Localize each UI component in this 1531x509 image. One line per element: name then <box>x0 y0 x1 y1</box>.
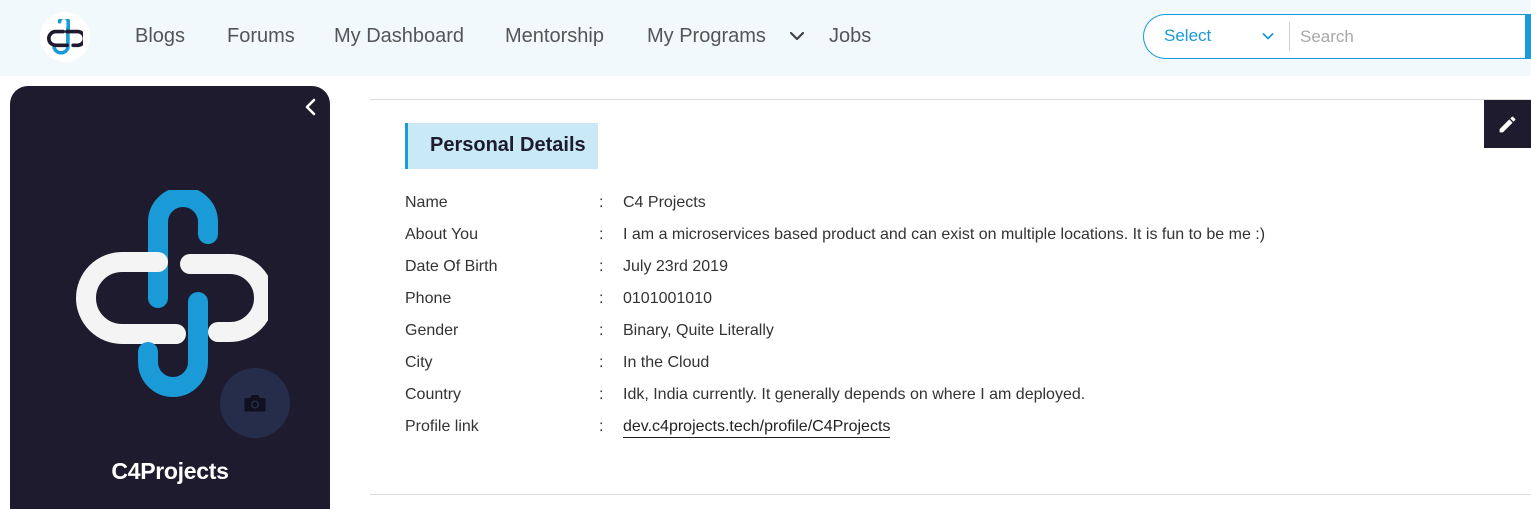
detail-label: Phone <box>405 290 452 307</box>
detail-label: Country <box>405 386 462 403</box>
detail-label: Name <box>405 194 448 211</box>
detail-separator: : <box>599 354 604 371</box>
detail-value: Idk, India currently. It generally depen… <box>623 386 1086 403</box>
nav-blogs[interactable]: Blogs <box>135 24 185 48</box>
detail-row-profile-link: Profile link : dev.c4projects.tech/profi… <box>405 416 1505 440</box>
detail-row-phone: Phone : 0101001010 <box>405 288 1505 312</box>
nav-jobs[interactable]: Jobs <box>829 24 871 48</box>
camera-icon <box>244 395 266 412</box>
detail-separator: : <box>599 418 604 435</box>
detail-row-gender: Gender : Binary, Quite Literally <box>405 320 1505 344</box>
change-photo-button[interactable] <box>220 368 290 438</box>
detail-separator: : <box>599 386 604 403</box>
detail-label: Gender <box>405 322 459 339</box>
search-bar: Select <box>1143 14 1531 59</box>
detail-separator: : <box>599 258 604 275</box>
detail-row-country: Country : Idk, India currently. It gener… <box>405 384 1505 408</box>
detail-value: 0101001010 <box>623 290 712 307</box>
profile-link[interactable]: dev.c4projects.tech/profile/C4Projects <box>623 418 891 438</box>
detail-label: Date Of Birth <box>405 258 498 275</box>
section-title-text: Personal Details <box>430 134 586 156</box>
detail-value: In the Cloud <box>623 354 710 371</box>
detail-value: I am a microservices based product and c… <box>623 226 1266 243</box>
nav-mentorship[interactable]: Mentorship <box>505 24 604 48</box>
detail-value: C4 Projects <box>623 194 706 211</box>
c4-logo-icon[interactable] <box>40 12 90 62</box>
divider <box>370 494 1531 495</box>
profile-avatar <box>76 190 268 397</box>
divider <box>370 99 1531 100</box>
detail-value-wrap: dev.c4projects.tech/profile/C4Projects <box>623 418 891 438</box>
detail-row-dob: Date Of Birth : July 23rd 2019 <box>405 256 1505 280</box>
detail-separator: : <box>599 322 604 339</box>
nav-my-dashboard[interactable]: My Dashboard <box>334 24 464 48</box>
nav-forums[interactable]: Forums <box>227 24 295 48</box>
section-title: Personal Details <box>405 123 598 169</box>
pencil-icon <box>1499 116 1516 133</box>
detail-row-city: City : In the Cloud <box>405 352 1505 376</box>
chevron-left-icon[interactable] <box>300 96 322 118</box>
detail-separator: : <box>599 194 604 211</box>
detail-row-name: Name : C4 Projects <box>405 192 1505 216</box>
profile-card: C4Projects <box>10 86 330 509</box>
search-category-select[interactable]: Select <box>1164 26 1211 46</box>
edit-profile-button[interactable] <box>1484 100 1531 148</box>
detail-value: July 23rd 2019 <box>623 258 728 275</box>
detail-label: City <box>405 354 433 371</box>
detail-separator: : <box>599 290 604 307</box>
detail-value: Binary, Quite Literally <box>623 322 774 339</box>
nav-my-programs[interactable]: My Programs <box>647 24 766 48</box>
detail-separator: : <box>599 226 604 243</box>
chevron-down-icon[interactable] <box>1262 32 1274 41</box>
detail-row-about: About You : I am a microservices based p… <box>405 224 1505 248</box>
search-button[interactable] <box>1525 14 1531 59</box>
chevron-down-icon[interactable] <box>789 30 805 42</box>
detail-label: Profile link <box>405 418 479 435</box>
top-navbar: Blogs Forums My Dashboard Mentorship My … <box>0 0 1531 76</box>
search-input[interactable] <box>1290 17 1523 56</box>
detail-label: About You <box>405 226 478 243</box>
profile-name: C4Projects <box>111 458 229 484</box>
